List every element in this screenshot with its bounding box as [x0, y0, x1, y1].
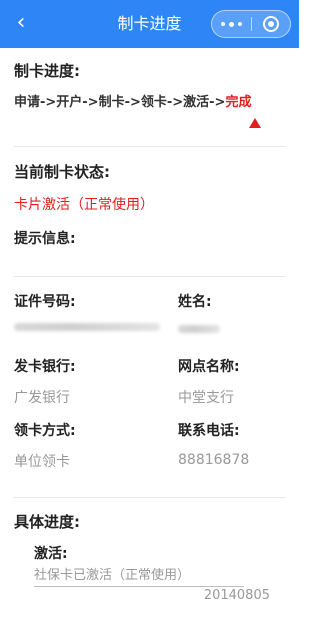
progress-label: 制卡进度:: [14, 62, 80, 80]
name-redacted: [178, 325, 220, 333]
bank-value: 广发银行: [14, 390, 70, 406]
name-label: 姓名:: [178, 294, 212, 310]
pickup-method-value: 单位领卡: [14, 454, 70, 470]
hint-label: 提示信息:: [14, 231, 76, 247]
bank-label: 发卡银行:: [14, 359, 76, 375]
progress-steps: 申请->开户->制卡->领卡->激活->完成: [14, 93, 251, 113]
status-label: 当前制卡状态:: [14, 163, 110, 181]
pickup-method-label: 领卡方式:: [14, 423, 76, 439]
id-number-label: 证件号码:: [14, 294, 76, 310]
detail-step-date: 20140805: [203, 588, 270, 603]
miniprogram-capsule: [211, 10, 291, 38]
nav-bar: ‹ 制卡进度: [0, 0, 299, 48]
close-button[interactable]: [252, 11, 290, 37]
detail-step-text: 社保卡已激活（正常使用）: [34, 568, 191, 583]
phone-value: 88816878: [178, 452, 250, 468]
status-value: 卡片激活（正常使用）: [14, 197, 154, 213]
progress-step-current: 完成: [225, 95, 252, 110]
branch-label: 网点名称:: [178, 359, 240, 375]
phone-label: 联系电话:: [178, 423, 240, 439]
detail-step-title: 激活:: [34, 546, 68, 562]
divider: [14, 276, 285, 277]
id-number-redacted: [14, 323, 160, 331]
divider: [14, 146, 285, 147]
progress-steps-done: 申请->开户->制卡->领卡->激活->: [14, 95, 226, 110]
more-dots-icon: [221, 21, 242, 27]
divider: [14, 497, 285, 498]
current-step-marker-icon: [249, 118, 261, 128]
branch-value: 中堂支行: [178, 390, 234, 406]
target-circle-icon: [263, 16, 279, 32]
more-button[interactable]: [212, 11, 251, 37]
detail-label: 具体进度:: [14, 513, 80, 531]
